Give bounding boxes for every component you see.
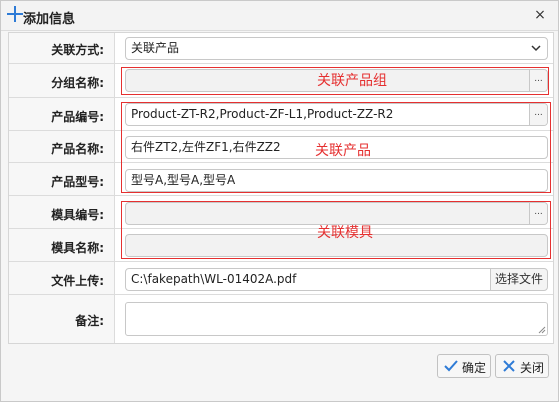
dialog-title: 添加信息	[23, 12, 76, 27]
close-icon[interactable]: ×	[532, 7, 548, 23]
check-icon	[444, 360, 458, 372]
close-button[interactable]: 关闭	[495, 354, 549, 378]
confirm-button[interactable]: 确定	[437, 354, 491, 378]
file-path-value: C:\fakepath\WL-01402A.pdf	[131, 272, 297, 286]
product-model-field[interactable]: 型号A,型号A,型号A	[125, 169, 548, 192]
remark-label: 备注:	[75, 314, 104, 328]
row-product-code: 产品编号: Product-ZT-R2,Product-ZF-L1,Produc…	[9, 98, 553, 131]
row-product-name: 产品名称: 右件ZT2,左件ZF1,右件ZZ2	[9, 131, 553, 163]
mold-code-label: 模具编号:	[51, 208, 104, 222]
group-name-picker-button[interactable]: ...	[529, 70, 547, 91]
product-code-picker-button[interactable]: ...	[529, 104, 547, 125]
link-type-value: 关联产品	[131, 41, 180, 55]
row-file-upload: 文件上传: C:\fakepath\WL-01402A.pdf 选择文件	[9, 262, 553, 295]
resize-grip-icon[interactable]	[538, 326, 546, 334]
chevron-down-icon	[531, 45, 541, 52]
dialog-titlebar: 添加信息 ×	[1, 1, 558, 31]
row-mold-code: 模具编号: ...	[9, 196, 553, 229]
group-name-label: 分组名称:	[51, 76, 104, 90]
group-annotation-label: 关联产品组	[317, 73, 387, 89]
choose-file-button[interactable]: 选择文件	[490, 268, 548, 291]
product-code-label: 产品编号:	[51, 110, 104, 124]
mold-code-picker-button[interactable]: ...	[529, 203, 547, 224]
row-mold-name: 模具名称:	[9, 229, 553, 262]
product-code-field[interactable]: Product-ZT-R2,Product-ZF-L1,Product-ZZ-R…	[125, 103, 548, 126]
product-name-label: 产品名称:	[51, 142, 104, 156]
row-product-model: 产品型号: 型号A,型号A,型号A	[9, 163, 553, 196]
link-type-select[interactable]: 关联产品	[125, 37, 548, 60]
product-model-value: 型号A,型号A,型号A	[131, 173, 236, 187]
mold-name-label: 模具名称:	[51, 241, 104, 255]
mold-annotation-label: 关联模具	[317, 225, 373, 241]
product-annotation-label: 关联产品	[315, 143, 371, 159]
add-info-dialog: 添加信息 × 关联方式: 关联产品 分组名称: ... 产品编号: Produc…	[0, 0, 559, 402]
plus-icon	[6, 5, 24, 23]
remark-textarea[interactable]	[125, 302, 548, 336]
row-link-type: 关联方式: 关联产品	[9, 33, 553, 64]
product-name-value: 右件ZT2,左件ZF1,右件ZZ2	[131, 140, 281, 154]
product-model-label: 产品型号:	[51, 175, 104, 189]
info-form: 关联方式: 关联产品 分组名称: ... 产品编号: Product-ZT-R2…	[8, 32, 554, 344]
row-group-name: 分组名称: ...	[9, 64, 553, 98]
link-type-label: 关联方式:	[51, 43, 104, 57]
file-upload-label: 文件上传:	[51, 274, 104, 288]
row-remark: 备注:	[9, 295, 553, 343]
close-x-icon	[503, 360, 515, 372]
product-code-value: Product-ZT-R2,Product-ZF-L1,Product-ZZ-R…	[131, 107, 394, 121]
file-path-field[interactable]: C:\fakepath\WL-01402A.pdf	[125, 268, 491, 291]
